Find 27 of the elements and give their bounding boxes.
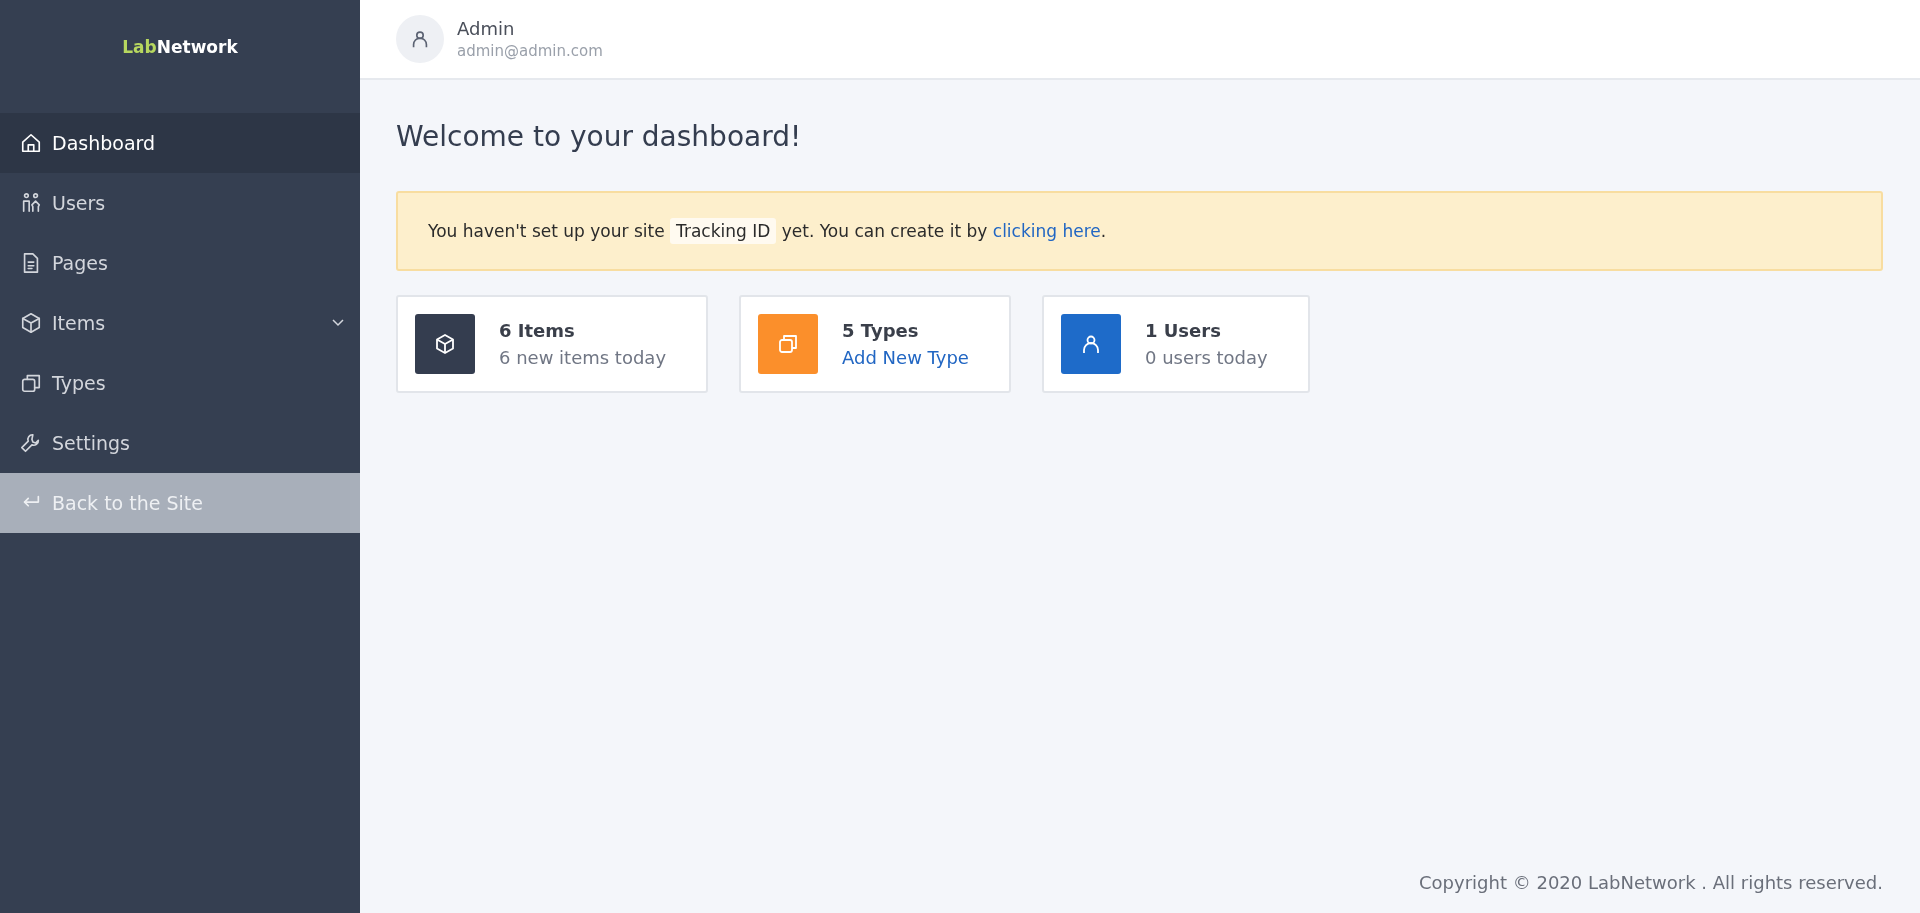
chevron-down-icon xyxy=(332,319,344,327)
cube-icon xyxy=(20,312,42,334)
stacked-squares-icon xyxy=(20,372,42,394)
brand-logo[interactable]: LabNetwork xyxy=(0,0,360,93)
create-link[interactable]: clicking here xyxy=(992,221,1101,241)
people-icon xyxy=(20,192,42,214)
wrench-icon xyxy=(20,432,42,454)
sidebar-item[interactable]: Types xyxy=(0,353,360,413)
sidebar-item[interactable]: Pages xyxy=(0,233,360,293)
card-subtitle: 6 new items today xyxy=(499,347,667,368)
cube-icon xyxy=(433,332,457,356)
copyright-text: Copyright © 2020 LabNetwork . All rights reserved. xyxy=(1418,872,1883,893)
add-type-link[interactable]: Add New Type xyxy=(842,347,969,368)
user-avatar[interactable] xyxy=(396,15,444,63)
user-email: admin@admin.com xyxy=(457,42,603,60)
sidebar-item[interactable]: Items xyxy=(0,293,360,353)
sidebar-item[interactable]: Settings xyxy=(0,413,360,473)
home-icon xyxy=(20,132,42,154)
sidebar-item[interactable]: Dashboard xyxy=(0,113,360,173)
card-title: 1 Users xyxy=(1144,320,1222,341)
sidebar-item[interactable]: Users xyxy=(0,173,360,233)
card-subtitle: 0 users today xyxy=(1144,347,1268,368)
page-title: Welcome to your dashboard! xyxy=(396,120,803,153)
card-title: 5 Types xyxy=(842,320,920,341)
card-title: 6 Items xyxy=(499,320,576,341)
alert-message: You haven't set up your site Tracking ID yet. You can create it by clicking here. xyxy=(428,221,1851,241)
user-name: Admin xyxy=(457,18,516,39)
